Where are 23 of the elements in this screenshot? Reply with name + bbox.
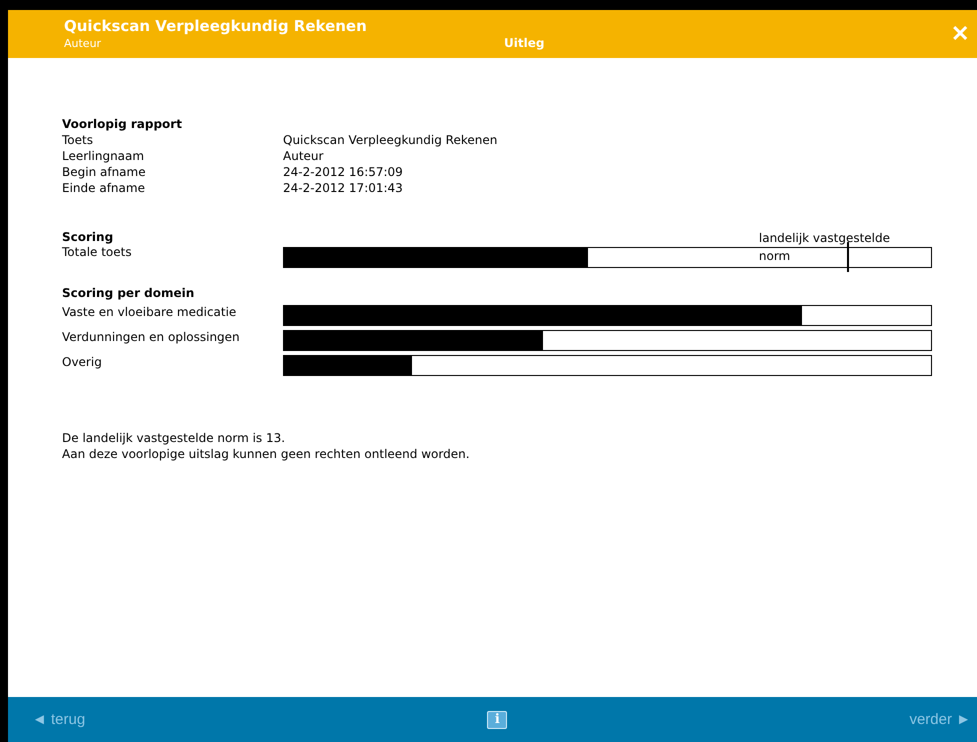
field-label: Einde afname xyxy=(62,180,146,196)
section-heading: Scoring xyxy=(62,229,114,245)
domain-label: Overig xyxy=(62,355,103,369)
score-label: Totale toets xyxy=(62,245,133,259)
domain-label: Vaste en vloeibare medicatie xyxy=(62,305,238,319)
info-button[interactable]: i xyxy=(487,710,508,728)
section-title: Uitleg xyxy=(504,36,544,50)
norm-label: landelijk vastgestelde norm xyxy=(758,230,892,265)
section-heading: Voorlopig rapport xyxy=(62,116,182,132)
field-value: 24-2-2012 16:57:09 xyxy=(283,164,403,180)
note-text: De landelijk vastgestelde norm is 13. xyxy=(62,430,286,446)
field-value: Auteur xyxy=(283,148,324,164)
domain-label: Verdunningen en oplossingen xyxy=(62,330,241,344)
field-label: Begin afname xyxy=(62,164,147,180)
note-text: Aan deze voorlopige uitslag kunnen geen rechten ontleend worden. xyxy=(62,446,471,462)
field-label: Leerlingnaam xyxy=(62,148,146,164)
user-name: Auteur xyxy=(64,36,102,50)
field-value: 24-2-2012 17:01:43 xyxy=(283,180,403,196)
app-title: Quickscan Verpleegkundig Rekenen xyxy=(64,17,368,35)
close-button[interactable]: ✕ xyxy=(949,21,971,47)
section-heading: Scoring per domein xyxy=(62,285,194,301)
field-value: Quickscan Verpleegkundig Rekenen xyxy=(283,132,498,148)
field-label: Toets xyxy=(62,132,94,148)
